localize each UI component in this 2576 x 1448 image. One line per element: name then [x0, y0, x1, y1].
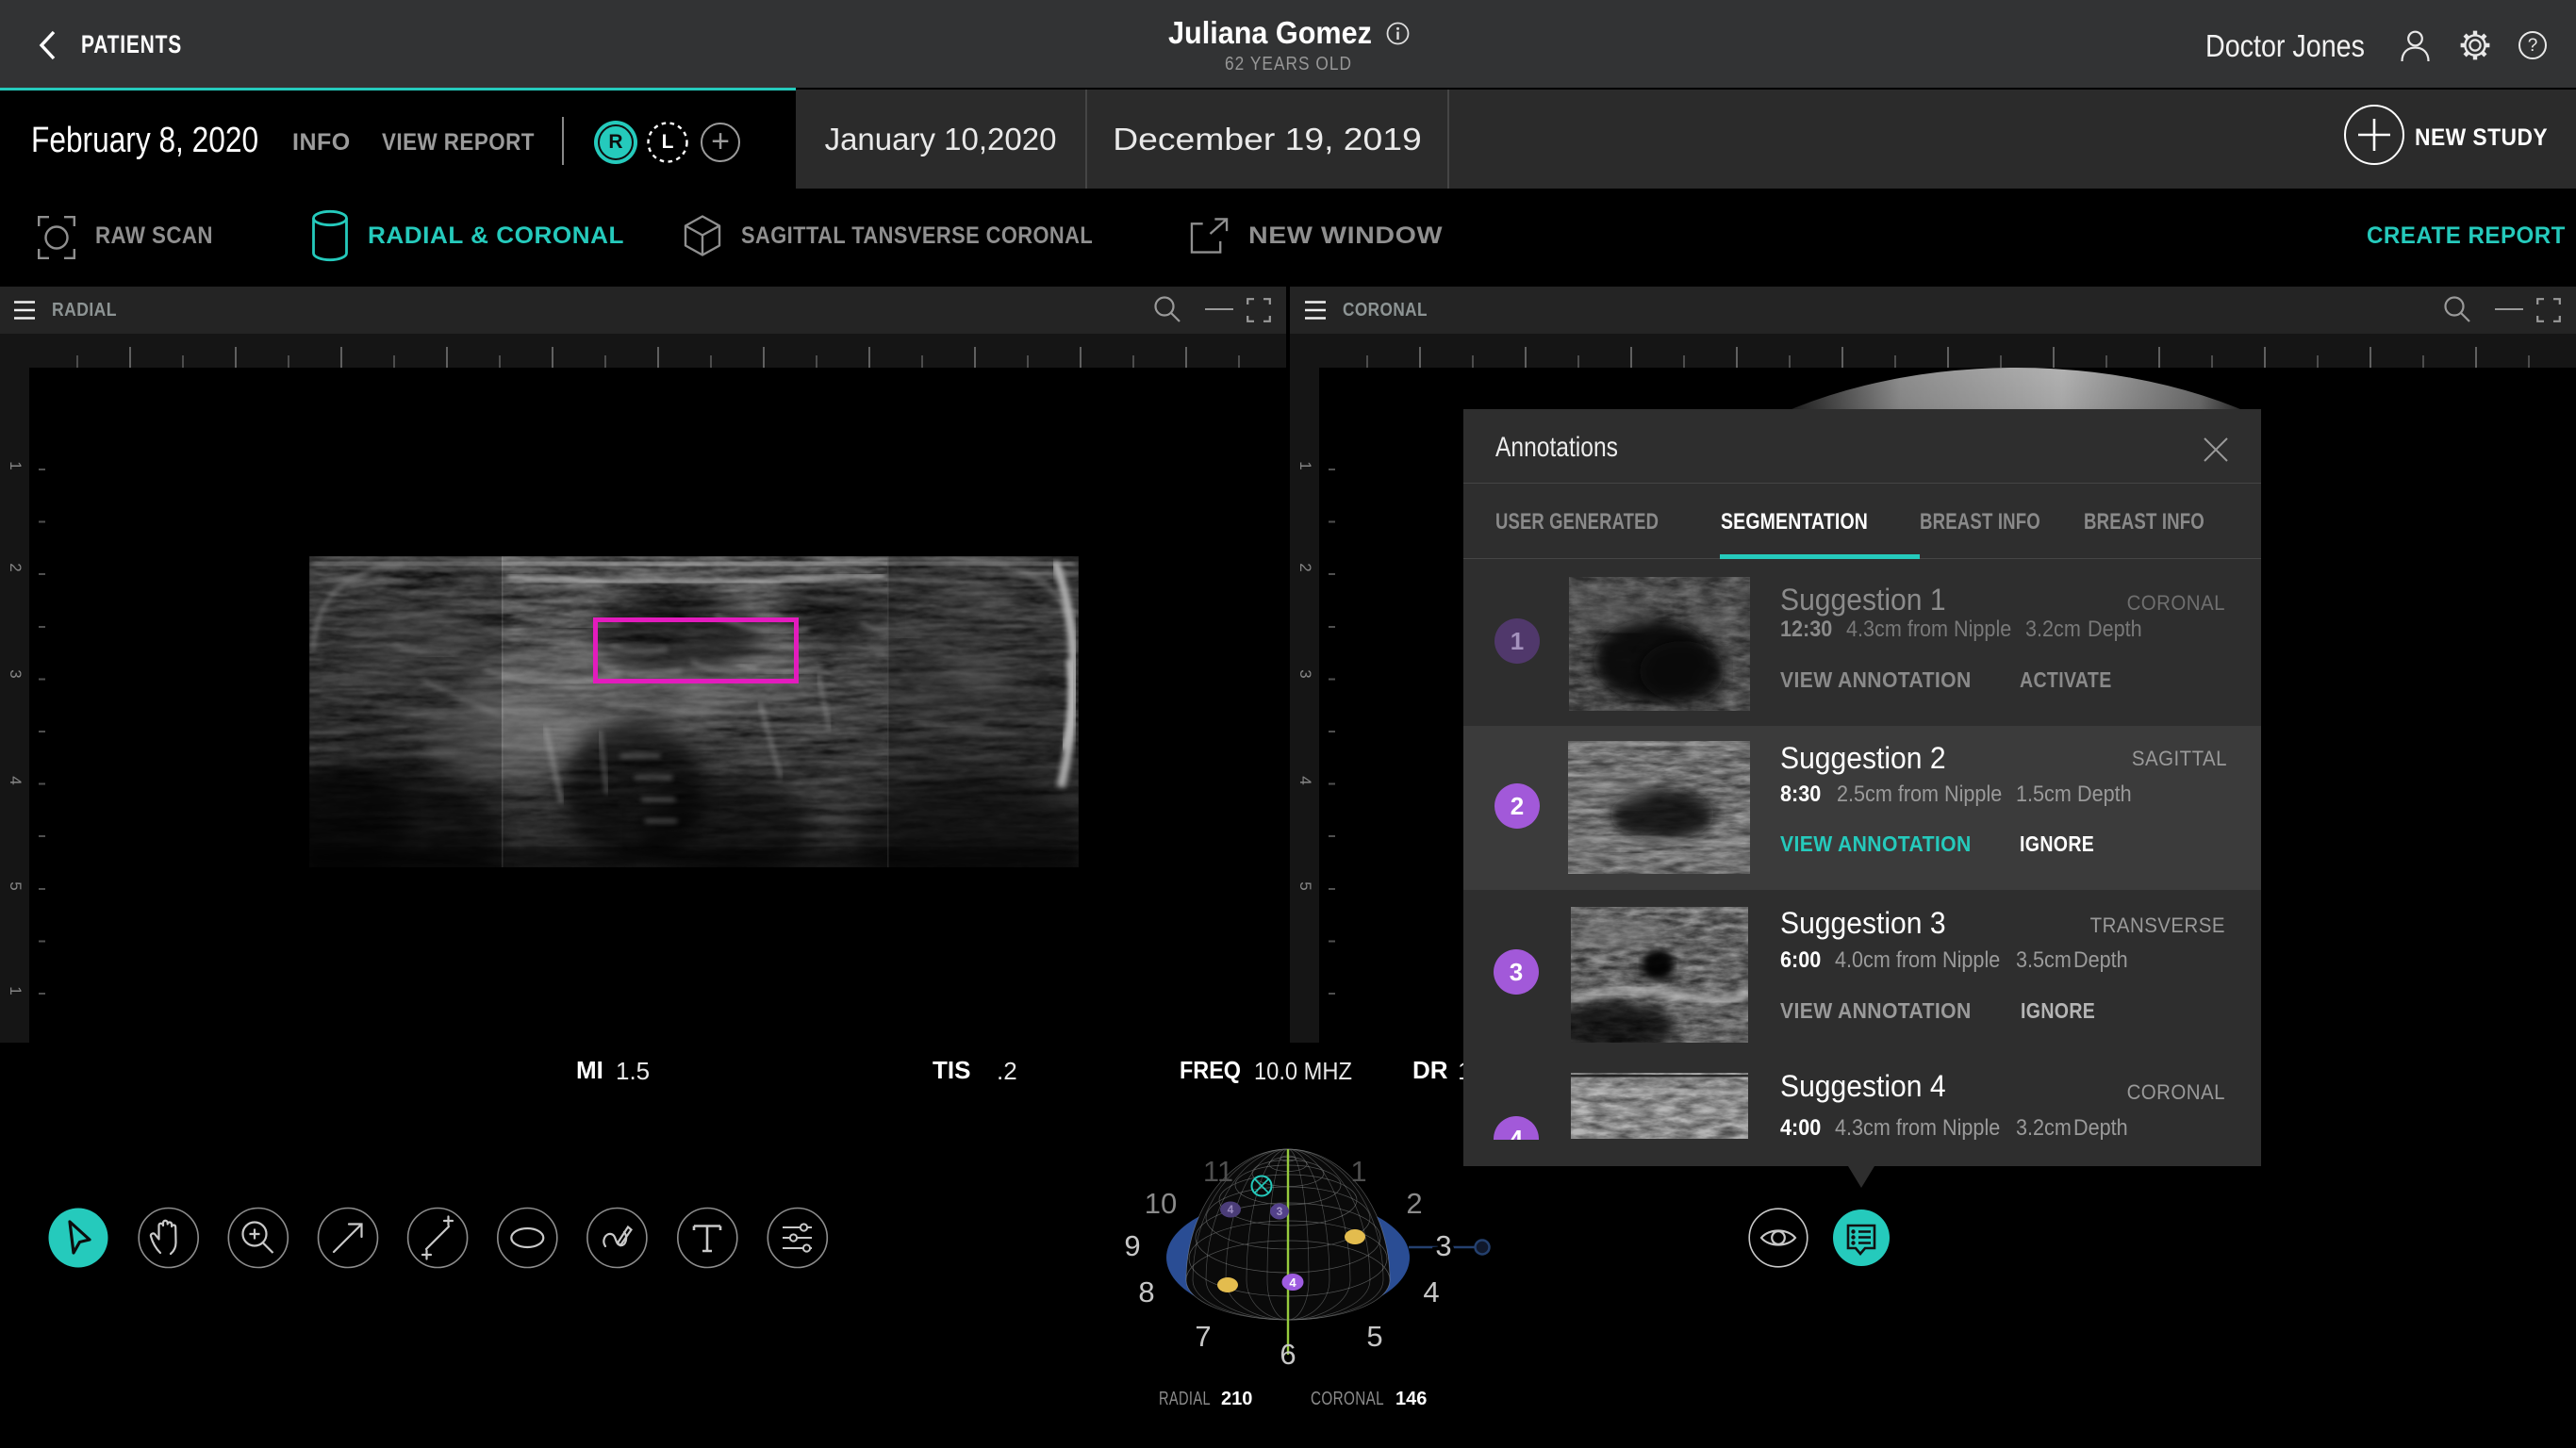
svg-text:3: 3: [1277, 1205, 1283, 1218]
svg-text:4: 4: [1228, 1203, 1234, 1216]
svg-text:3: 3: [1435, 1229, 1451, 1262]
svg-text:4: 4: [1423, 1275, 1439, 1308]
svg-text:2: 2: [1406, 1187, 1422, 1220]
svg-text:7: 7: [1195, 1320, 1211, 1353]
svg-text:8: 8: [1138, 1275, 1154, 1308]
svg-text:11: 11: [1203, 1155, 1233, 1188]
svg-text:4: 4: [1289, 1275, 1296, 1290]
svg-text:9: 9: [1124, 1229, 1140, 1262]
svg-text:6: 6: [1280, 1338, 1296, 1371]
svg-text:10: 10: [1145, 1187, 1177, 1220]
svg-text:5: 5: [1366, 1320, 1382, 1353]
svg-text:1: 1: [1350, 1155, 1366, 1188]
